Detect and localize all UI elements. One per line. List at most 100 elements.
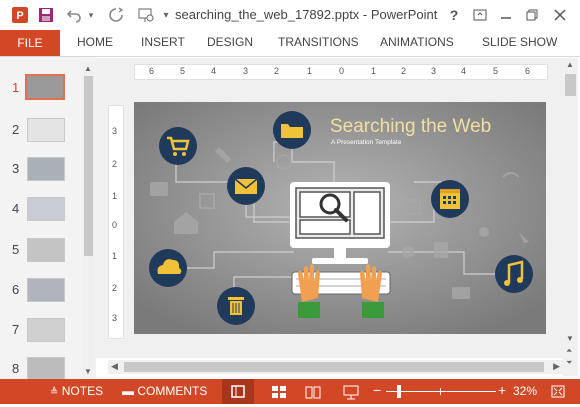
slide-thumbnail[interactable] — [27, 238, 65, 262]
ruler-label: 2 — [401, 66, 407, 76]
comments-label: COMMENTS — [137, 384, 208, 398]
save-icon[interactable] — [36, 5, 56, 25]
slide-thumbnail[interactable] — [27, 197, 65, 221]
help-icon[interactable]: ? — [442, 4, 466, 26]
scroll-down-icon[interactable]: ▼ — [84, 367, 92, 376]
thumbnail-scrollbar[interactable]: ▲ ▼ — [82, 62, 95, 378]
slide-title: Searching the Web — [330, 116, 491, 137]
zoom-slider-center-tick — [440, 388, 441, 395]
mail-icon — [227, 167, 265, 205]
undo-icon[interactable] — [64, 5, 84, 25]
slide-artwork: Searching the Web A Presentation Templat… — [134, 102, 546, 334]
slide-thumbnail[interactable] — [27, 357, 65, 381]
zoom-slider[interactable] — [386, 391, 496, 392]
tab-home[interactable]: HOME — [77, 35, 113, 49]
svg-text:P: P — [16, 10, 23, 22]
slide-thumbnail[interactable] — [27, 157, 65, 181]
scroll-up-icon[interactable]: ▲ — [566, 60, 574, 69]
reading-view-button[interactable] — [300, 379, 326, 404]
slide-thumbnail[interactable] — [27, 278, 65, 302]
slide-number: 2 — [12, 122, 20, 137]
horizontal-ruler: 6 5 4 3 2 1 0 1 2 3 4 5 6 — [134, 64, 548, 80]
ruler-label: 1 — [371, 66, 377, 76]
scroll-thumb[interactable] — [565, 74, 576, 96]
slide-number: 6 — [12, 282, 20, 297]
current-slide[interactable]: Searching the Web A Presentation Templat… — [134, 102, 546, 334]
slide-number: 7 — [12, 322, 20, 337]
tab-slide-show[interactable]: SLIDE SHOW — [482, 35, 557, 49]
title-bar: P ▾ ▾ searching_the_web_17892.pptx - Pow… — [0, 0, 580, 30]
powerpoint-icon: P — [10, 5, 30, 25]
slide-thumbnail[interactable] — [27, 318, 65, 342]
comment-icon: ▬ — [122, 384, 134, 398]
close-icon[interactable] — [548, 4, 572, 26]
status-bar: ≜ NOTES ▬ COMMENTS − + 32% — [0, 379, 580, 404]
minimize-icon[interactable] — [494, 4, 518, 26]
scroll-right-icon[interactable]: ▶ — [553, 361, 560, 372]
tab-file[interactable]: FILE — [0, 30, 60, 56]
slide-vertical-scrollbar[interactable]: ▲ ▼ ⏶ ⏷ — [563, 58, 578, 376]
slide-number: 1 — [12, 80, 20, 95]
ruler-label: 1 — [112, 251, 118, 261]
tab-insert[interactable]: INSERT — [141, 35, 185, 49]
slide-thumbnail[interactable] — [25, 74, 65, 100]
slide-number: 8 — [12, 361, 20, 376]
scroll-left-icon[interactable]: ◀ — [111, 361, 118, 372]
next-slide-icon[interactable]: ⏷ — [566, 358, 572, 368]
restore-icon[interactable] — [520, 4, 544, 26]
zoom-slider-thumb[interactable] — [397, 385, 401, 398]
normal-view-button[interactable] — [222, 379, 254, 404]
ribbon-display-icon[interactable] — [468, 4, 492, 26]
reading-view-icon — [305, 386, 321, 399]
ruler-label: 6 — [149, 66, 155, 76]
slide-sorter-button[interactable] — [266, 379, 292, 404]
scroll-thumb[interactable] — [124, 362, 544, 372]
zoom-level[interactable]: 32% — [513, 384, 537, 398]
fit-to-window-button[interactable] — [545, 379, 571, 404]
scroll-up-icon[interactable]: ▲ — [84, 64, 92, 73]
slide-show-button[interactable] — [338, 379, 364, 404]
slide-subtitle: A Presentation Template — [331, 139, 402, 146]
scroll-down-icon[interactable]: ▼ — [566, 334, 574, 343]
redo-icon[interactable] — [106, 5, 126, 25]
ribbon-tabs: FILE HOME INSERT DESIGN TRANSITIONS ANIM… — [0, 30, 580, 57]
slide-number: 5 — [12, 242, 20, 257]
slide-thumbnail[interactable] — [27, 118, 65, 142]
ruler-label: 2 — [274, 66, 280, 76]
ruler-label: 0 — [339, 66, 345, 76]
ruler-label: 0 — [112, 220, 118, 230]
scroll-thumb[interactable] — [84, 76, 93, 256]
tab-animations[interactable]: ANIMATIONS — [380, 35, 454, 49]
previous-slide-icon[interactable]: ⏶ — [566, 346, 572, 356]
ruler-label: 3 — [112, 313, 118, 323]
ruler-label: 1 — [307, 66, 313, 76]
cloud-icon — [149, 249, 187, 287]
slide-number: 3 — [12, 161, 20, 176]
start-from-beginning-icon[interactable] — [136, 5, 156, 25]
tab-transitions[interactable]: TRANSITIONS — [278, 35, 359, 49]
comments-button[interactable]: ▬ COMMENTS — [122, 384, 207, 398]
ruler-label: 1 — [112, 191, 118, 201]
fit-slide-icon — [551, 385, 565, 398]
ruler-label: 3 — [112, 126, 118, 136]
normal-view-icon — [231, 385, 245, 398]
customize-dropdown-icon[interactable]: ▾ — [160, 5, 172, 25]
tab-design[interactable]: DESIGN — [207, 35, 253, 49]
calendar-icon — [431, 180, 469, 218]
slide-horizontal-scrollbar[interactable]: ◀ ▶ — [108, 360, 563, 374]
vertical-ruler: 3 2 1 0 1 2 3 — [108, 105, 124, 339]
trash-icon — [217, 287, 255, 325]
notes-button[interactable]: ≜ NOTES — [50, 384, 103, 398]
folder-icon — [273, 111, 311, 149]
slide-sorter-icon — [272, 386, 286, 398]
window-title: searching_the_web_17892.pptx - PowerPoin… — [175, 7, 438, 22]
ruler-label: 6 — [525, 66, 531, 76]
cart-icon — [159, 127, 197, 165]
zoom-out-icon[interactable]: − — [373, 382, 381, 398]
zoom-in-icon[interactable]: + — [498, 382, 506, 398]
music-icon — [495, 255, 533, 293]
ruler-label: 5 — [493, 66, 499, 76]
ruler-label: 3 — [431, 66, 437, 76]
undo-dropdown-icon[interactable]: ▾ — [86, 5, 96, 25]
ruler-label: 3 — [243, 66, 249, 76]
